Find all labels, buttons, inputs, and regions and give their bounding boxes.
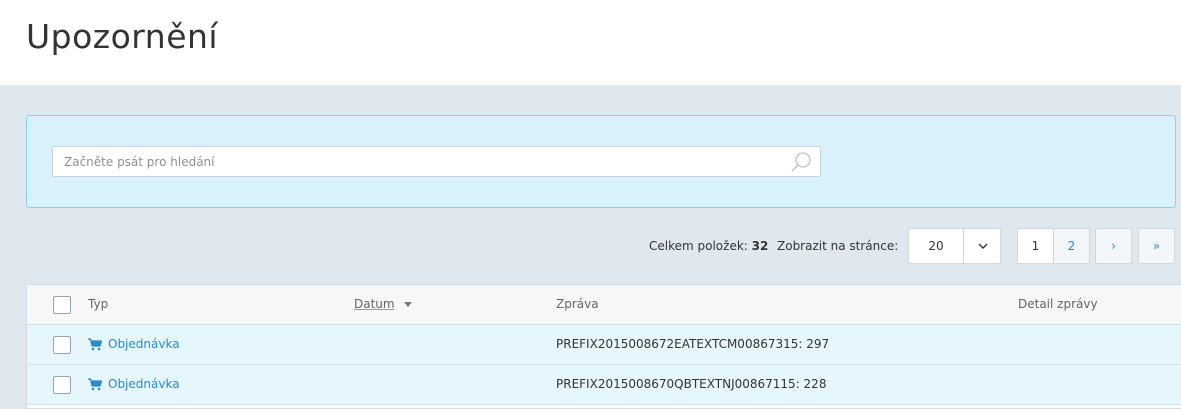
column-header-message: Zpráva	[556, 297, 599, 311]
chevron-down-icon	[978, 243, 988, 249]
page-title: Upozornění	[26, 17, 219, 56]
per-page-dropdown-button[interactable]	[963, 229, 1002, 263]
message-cell: PREFIX2015008670QBTEXTNJ00867115: 228	[556, 377, 827, 391]
type-label[interactable]: Objednávka	[108, 337, 180, 351]
table-row[interactable]: Objednávka PREFIX2015008670QBTEXTNJ00867…	[27, 365, 1181, 405]
search-input[interactable]	[53, 147, 773, 176]
page-button-1[interactable]: 1	[1017, 228, 1054, 264]
pager-bar: Celkem položek: 32 Zobrazit na stránce: …	[0, 228, 1181, 266]
cart-icon	[88, 377, 102, 390]
total-items-label: Celkem položek:	[649, 239, 748, 253]
type-label[interactable]: Objednávka	[108, 377, 180, 391]
per-page-select[interactable]: 20	[908, 228, 1001, 264]
page-header: Upozornění	[0, 0, 1181, 85]
notifications-table: Typ Datum Zpráva Detail zprávy Objednávk…	[26, 284, 1181, 409]
sort-desc-icon	[404, 302, 413, 307]
search-panel	[26, 115, 1176, 208]
search-icon[interactable]	[790, 151, 812, 173]
select-all-checkbox[interactable]	[53, 296, 71, 314]
table-row[interactable]: Objednávka PREFIX2015008672EATEXTCM00867…	[27, 325, 1181, 365]
per-page-value[interactable]: 20	[909, 229, 963, 263]
total-items: Celkem položek: 32	[649, 239, 768, 253]
total-items-value: 32	[751, 239, 769, 253]
message-cell: PREFIX2015008672EATEXTCM00867315: 297	[556, 337, 830, 351]
type-link[interactable]: Objednávka	[88, 377, 180, 391]
page-button-2[interactable]: 2	[1053, 228, 1090, 264]
column-header-type: Typ	[88, 297, 109, 311]
table-header: Typ Datum Zpráva Detail zprávy	[27, 285, 1181, 325]
per-page-label: Zobrazit na stránce:	[777, 239, 899, 253]
row-checkbox[interactable]	[53, 376, 71, 394]
column-header-detail: Detail zprávy	[1018, 297, 1098, 311]
column-header-date[interactable]: Datum	[354, 297, 413, 311]
last-page-button[interactable]: »	[1138, 228, 1175, 264]
row-checkbox[interactable]	[53, 336, 71, 354]
next-page-button[interactable]: ›	[1095, 228, 1132, 264]
sort-by-date-link[interactable]: Datum	[354, 297, 395, 311]
type-link[interactable]: Objednávka	[88, 337, 180, 351]
search-box	[52, 146, 821, 177]
cart-icon	[88, 337, 102, 350]
